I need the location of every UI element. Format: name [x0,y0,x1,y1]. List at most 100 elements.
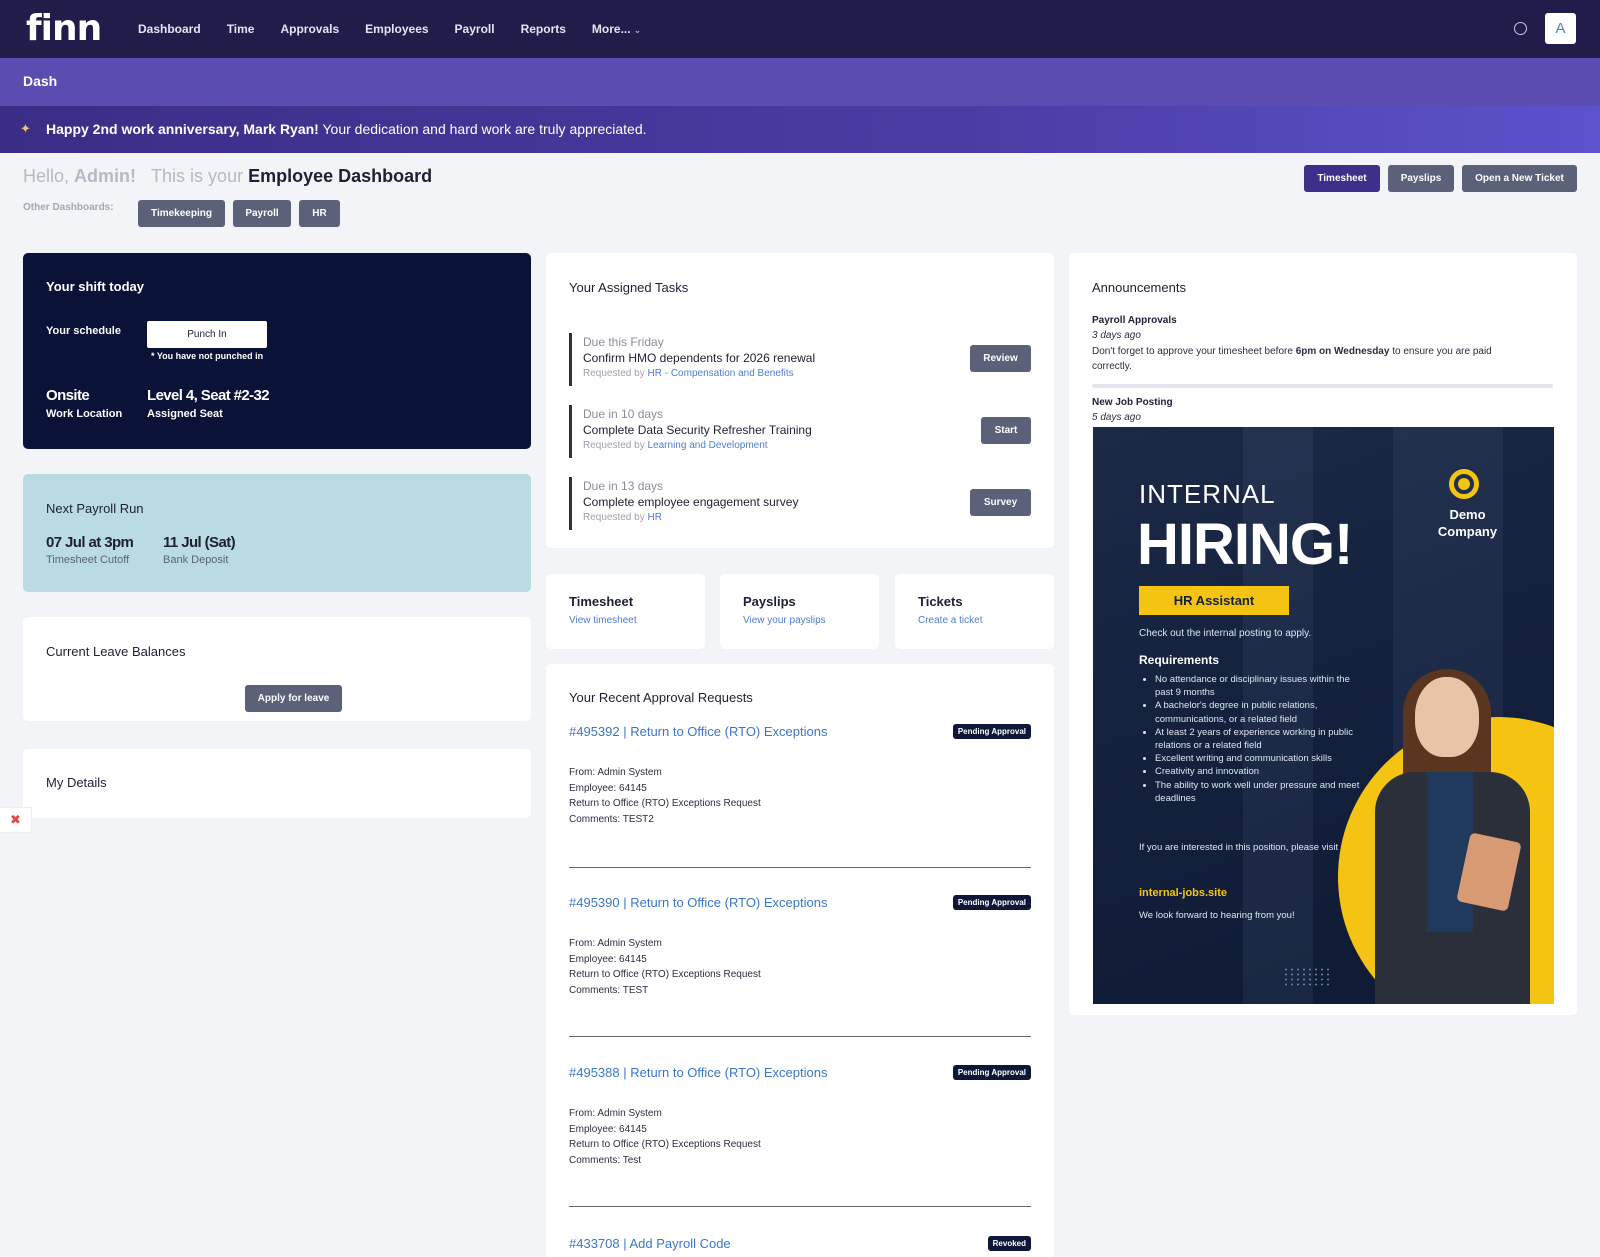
task-requester-link[interactable]: HR - Compensation and Benefits [648,368,794,379]
assigned-seat-value: Level 4, Seat #2-32 [147,387,270,404]
shortcut-title: Tickets [918,594,963,609]
nav-reports[interactable]: Reports [521,22,566,36]
approval-comments: Comments: TEST [569,984,649,996]
search-icon[interactable] [1514,22,1527,35]
payslips-shortcut-card: Payslips View your payslips [720,574,879,649]
approval-employee: Employee: 64145 [569,953,647,965]
apply-leave-button[interactable]: Apply for leave [245,685,342,712]
task-requested-by-prefix: Requested by [583,368,648,379]
approval-from: From: Admin System [569,767,662,778]
view-payslips-link[interactable]: View your payslips [743,615,826,626]
finn-logo[interactable]: finn [26,8,102,49]
timesheet-shortcut-card: Timesheet View timesheet [546,574,705,649]
assigned-tasks-title: Your Assigned Tasks [569,280,689,295]
nav-payroll[interactable]: Payroll [455,22,495,36]
approval-link[interactable]: #433708 | Add Payroll Code [569,1236,1031,1251]
view-timesheet-link[interactable]: View timesheet [569,615,637,626]
shift-title: Your shift today [46,279,144,294]
task-requested-by-prefix: Requested by [583,440,648,451]
banner-text: Your dedication and hard work are truly … [318,121,647,137]
poster-internal: INTERNAL [1139,479,1276,509]
shortcut-title: Payslips [743,594,796,609]
task-due: Due this Friday [583,335,664,349]
task-title: Complete employee engagement survey [583,495,799,509]
page-title: Dash [23,73,58,89]
task-requester-link[interactable]: HR [648,512,662,523]
approval-from: From: Admin System [569,1108,662,1119]
divider [569,1036,1031,1037]
survey-button[interactable]: Survey [970,489,1031,516]
requirement-item: The ability to work well under pressure … [1155,779,1365,805]
status-badge: Pending Approval [952,895,1031,910]
status-badge: Pending Approval [952,1065,1031,1080]
avatar[interactable]: A [1545,13,1576,44]
chevron-down-icon: ⌄ [633,25,642,35]
divider [569,1206,1031,1207]
other-dashboards-label: Other Dashboards: [23,202,114,213]
task-due: Due in 10 days [583,407,664,421]
requirement-item: A bachelor's degree in public relations,… [1155,699,1365,725]
announcement-title: Payroll Approvals [1092,315,1177,326]
task-requester-link[interactable]: Learning and Development [648,440,768,451]
review-button[interactable]: Review [970,345,1031,372]
greeting-user: Admin! [74,166,137,186]
banner-message: Happy 2nd work anniversary, Mark Ryan! Y… [46,121,647,137]
punch-in-button[interactable]: Punch In [147,321,267,348]
poster-role: HR Assistant [1139,586,1289,615]
timesheet-button[interactable]: Timesheet [1304,165,1380,192]
timekeeping-dashboard-button[interactable]: Timekeeping [138,200,225,227]
tickets-shortcut-card: Tickets Create a ticket [895,574,1054,649]
nav-more[interactable]: More... ⌄ [592,22,641,36]
approval-comments: Comments: TEST2 [569,813,654,825]
requirement-item: No attendance or disciplinary issues wit… [1155,673,1365,699]
hr-dashboard-button[interactable]: HR [299,200,340,227]
task-due: Due in 13 days [583,479,664,493]
task-item: Due in 10 days Complete Data Security Re… [569,405,1029,458]
next-payroll-card: Next Payroll Run 07 Jul at 3pm Timesheet… [23,474,531,592]
divider [1092,384,1553,388]
poster-interested: If you are interested in this position, … [1139,842,1339,853]
open-ticket-button[interactable]: Open a New Ticket [1462,165,1577,192]
payroll-dashboard-button[interactable]: Payroll [233,200,291,227]
approval-employee: Employee: 64145 [569,1123,647,1135]
create-ticket-link[interactable]: Create a ticket [918,615,982,626]
top-nav: finn Dashboard Time Approvals Employees … [0,0,1600,58]
task-requested-by-prefix: Requested by [583,512,648,523]
requirement-item: Creativity and innovation [1155,765,1365,778]
task-title: Confirm HMO dependents for 2026 renewal [583,351,816,365]
debug-toolbar-icon[interactable]: ✖ [0,807,32,833]
approval-requests-card: Your Recent Approval Requests #495392 | … [546,664,1054,1257]
approval-from: From: Admin System [569,938,662,949]
nav-time[interactable]: Time [227,22,255,36]
nav-approvals[interactable]: Approvals [280,22,339,36]
dashboard-name: Employee Dashboard [248,166,433,186]
task-item: Due in 13 days Complete employee engagem… [569,477,1029,530]
banner-bold-text: Happy 2nd work anniversary, Mark Ryan! [46,121,319,137]
start-button[interactable]: Start [981,417,1031,444]
nav-employees[interactable]: Employees [365,22,428,36]
assigned-tasks-card: Your Assigned Tasks Due this Friday Conf… [546,253,1054,548]
approval-details: From: Admin System Employee: 64145 Retur… [569,936,1031,998]
assigned-seat-label: Assigned Seat [147,408,223,420]
punch-status: * You have not punched in [151,351,264,361]
my-details-card[interactable]: My Details [23,749,531,818]
approval-item: #495388 | Return to Office (RTO) Excepti… [569,1065,1031,1207]
poster-site: internal-jobs.site [1139,887,1228,899]
nav-dashboard[interactable]: Dashboard [138,22,201,36]
work-location-label: Work Location [46,408,123,420]
poster-hiring: HIRING! [1137,512,1353,577]
schedule-label: Your schedule [46,325,121,337]
dot-pattern-decoration [1283,967,1331,987]
payslips-button[interactable]: Payslips [1388,165,1454,192]
poster-requirements-list: No attendance or disciplinary issues wit… [1155,673,1365,805]
approval-details: From: Admin System Employee: 64145 Retur… [569,765,1031,827]
approval-item: #433708 | Add Payroll Code Revoked [569,1236,1031,1251]
job-posting-image[interactable]: Demo Company INTERNAL HIRING! HR Assista… [1093,427,1554,1004]
approval-requests-title: Your Recent Approval Requests [569,690,753,705]
deposit-label: Bank Deposit [163,554,229,566]
poster-company: Demo Company [1437,507,1498,539]
greeting-this-is: This is your [151,166,249,186]
leave-balances-title: Current Leave Balances [46,644,186,659]
person-photo [1375,669,1530,1004]
work-location-value: Onsite [46,387,90,404]
